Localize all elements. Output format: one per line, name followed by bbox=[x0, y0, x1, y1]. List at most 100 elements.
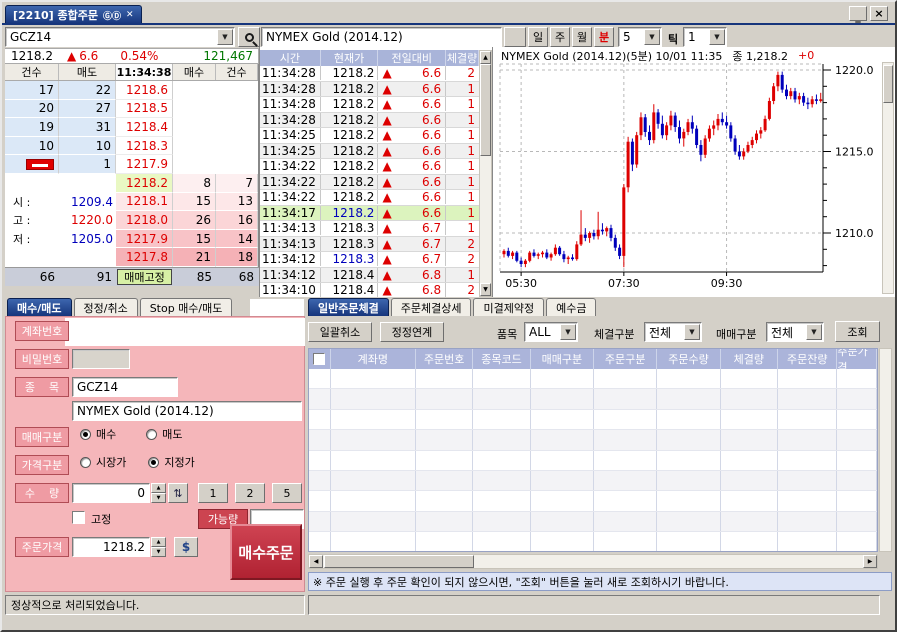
period-button-월[interactable]: 월 bbox=[572, 27, 592, 47]
order-note-bar: ※ 주문 실행 후 주문 확인이 되지 않으시면, "조회" 버튼을 눌러 새로… bbox=[308, 572, 892, 591]
order-price-stepper[interactable]: ▲ ▼ bbox=[151, 537, 166, 557]
tick-row[interactable]: 11:34:221218.2▲6.61 bbox=[260, 190, 479, 206]
table-row[interactable] bbox=[309, 369, 877, 389]
table-row[interactable] bbox=[309, 451, 877, 471]
chart-tool-button[interactable] bbox=[504, 27, 526, 47]
tick-row[interactable]: 11:34:251218.2▲6.61 bbox=[260, 144, 479, 160]
qty-preset-2[interactable]: 2 bbox=[235, 483, 265, 503]
tick-row[interactable]: 11:34:221218.2▲6.61 bbox=[260, 159, 479, 175]
fixed-checkbox[interactable] bbox=[72, 511, 85, 524]
buy-order-button[interactable]: 매수주문 bbox=[230, 524, 302, 580]
scrollbar-thumb[interactable] bbox=[480, 64, 491, 156]
side-option-매수[interactable]: 매수 bbox=[80, 426, 116, 442]
currency-button[interactable]: $ bbox=[174, 537, 198, 557]
table-row[interactable] bbox=[309, 410, 877, 430]
tick-scrollbar[interactable]: ▲ ▼ bbox=[479, 50, 492, 297]
scroll-up-icon[interactable]: ▲ bbox=[480, 51, 491, 64]
order-price-input[interactable]: 1218.2 bbox=[72, 537, 150, 557]
tick-row[interactable]: 11:34:171218.2▲6.61 bbox=[260, 206, 479, 222]
chevron-down-icon[interactable]: ▼ bbox=[560, 324, 576, 340]
radio-icon bbox=[80, 457, 91, 468]
tab-예수금[interactable]: 예수금 bbox=[546, 298, 596, 316]
qty-preset-1[interactable]: 1 bbox=[198, 483, 228, 503]
scroll-right-icon[interactable]: ▶ bbox=[863, 555, 877, 568]
tick-row[interactable]: 11:34:101218.4▲6.82 bbox=[260, 283, 479, 297]
spin-down-icon[interactable]: ▼ bbox=[151, 547, 166, 557]
price-lock-button[interactable]: 매매고정 bbox=[117, 269, 172, 285]
orderbook-ask-row: 17221218.6 bbox=[5, 81, 258, 100]
status-bar-right-pane bbox=[308, 595, 880, 615]
chevron-down-icon[interactable]: ▼ bbox=[217, 29, 233, 45]
tab-정정/취소[interactable]: 정정/취소 bbox=[74, 298, 138, 316]
table-row[interactable] bbox=[309, 491, 877, 511]
symbol-name-input[interactable]: NYMEX Gold (2014.12) bbox=[72, 401, 302, 421]
tick-row[interactable]: 11:34:281218.2▲6.61 bbox=[260, 82, 479, 98]
select-all-checkbox[interactable] bbox=[313, 353, 325, 365]
table-row[interactable] bbox=[309, 512, 877, 532]
price-type-option-지정가[interactable]: 지정가 bbox=[148, 454, 194, 470]
max-quantity-button[interactable]: ⇅ bbox=[168, 483, 188, 503]
price-type-option-시장가[interactable]: 시장가 bbox=[80, 454, 126, 470]
grid-hscrollbar[interactable]: ◀ ▶ bbox=[308, 554, 878, 569]
tick-row[interactable]: 11:34:281218.2▲6.61 bbox=[260, 97, 479, 113]
table-row[interactable] bbox=[309, 389, 877, 409]
chevron-down-icon[interactable]: ▼ bbox=[644, 29, 660, 45]
symbol-name-field[interactable]: NYMEX Gold (2014.12) bbox=[261, 27, 502, 47]
tick-row[interactable]: 11:34:281218.2▲6.61 bbox=[260, 113, 479, 129]
tick-row[interactable]: 11:34:281218.2▲6.62 bbox=[260, 66, 479, 82]
tick-row[interactable]: 11:34:221218.2▲6.61 bbox=[260, 175, 479, 191]
table-row[interactable] bbox=[309, 532, 877, 552]
side-radio-group: 매수 매도 bbox=[80, 426, 183, 442]
scroll-left-icon[interactable]: ◀ bbox=[309, 555, 323, 568]
chevron-down-icon[interactable]: ▼ bbox=[684, 324, 700, 340]
period-button-일[interactable]: 일 bbox=[528, 27, 548, 47]
fill-filter-combobox[interactable]: 전체▼ bbox=[644, 322, 702, 342]
spin-down-icon[interactable]: ▼ bbox=[151, 493, 166, 503]
spin-up-icon[interactable]: ▲ bbox=[151, 537, 166, 547]
product-filter-combobox[interactable]: ALL▼ bbox=[524, 322, 578, 342]
modify-link-button[interactable]: 정정연계 bbox=[380, 322, 444, 342]
search-orders-button[interactable]: 조회 bbox=[835, 321, 880, 342]
scroll-down-icon[interactable]: ▼ bbox=[480, 283, 491, 296]
period-button-주[interactable]: 주 bbox=[550, 27, 570, 47]
scrollbar-thumb[interactable] bbox=[883, 65, 893, 103]
search-button[interactable] bbox=[238, 27, 260, 47]
tick-row[interactable]: 11:34:131218.3▲6.71 bbox=[260, 221, 479, 237]
tab-일반주문체결[interactable]: 일반주문체결 bbox=[308, 298, 389, 316]
cancel-all-button[interactable]: 일괄취소 bbox=[308, 322, 372, 342]
minimize-button[interactable]: _ bbox=[849, 6, 867, 21]
link-group-icon[interactable]: ⒼⒹ bbox=[103, 9, 121, 22]
quantity-stepper[interactable]: ▲ ▼ bbox=[151, 483, 166, 503]
chevron-down-icon[interactable]: ▼ bbox=[709, 29, 725, 45]
password-field[interactable] bbox=[72, 349, 130, 369]
scrollbar-thumb[interactable] bbox=[324, 555, 474, 568]
tick-row[interactable]: 11:34:251218.2▲6.61 bbox=[260, 128, 479, 144]
tab-미결제약정[interactable]: 미결제약정 bbox=[473, 298, 544, 316]
table-row[interactable] bbox=[309, 430, 877, 450]
qty-preset-5[interactable]: 5 bbox=[272, 483, 302, 503]
window-title-tab[interactable]: [2210] 종합주문 ⒼⒹ ✕ bbox=[5, 5, 142, 24]
period-button-분[interactable]: 분 bbox=[594, 27, 614, 47]
symbol-combobox[interactable]: GCZ14 ▼ bbox=[5, 27, 235, 47]
chevron-down-icon[interactable]: ▼ bbox=[806, 324, 822, 340]
grid-vscrollbar[interactable] bbox=[879, 348, 892, 552]
tick-row[interactable]: 11:34:121218.3▲6.72 bbox=[260, 252, 479, 268]
spin-up-icon[interactable]: ▲ bbox=[151, 483, 166, 493]
orderbook-ask-row: 19311218.4 bbox=[5, 118, 258, 137]
minute-combobox[interactable]: 5 ▼ bbox=[618, 27, 662, 47]
tab-매수/매도[interactable]: 매수/매도 bbox=[7, 298, 72, 316]
side-filter-combobox[interactable]: 전체▼ bbox=[766, 322, 824, 342]
tick-row[interactable]: 11:34:131218.3▲6.72 bbox=[260, 237, 479, 253]
tab-close-icon[interactable]: ✕ bbox=[126, 10, 134, 20]
tab-주문체결상세[interactable]: 주문체결상세 bbox=[391, 298, 472, 316]
tick-combobox[interactable]: 1 ▼ bbox=[683, 27, 727, 47]
side-option-매도[interactable]: 매도 bbox=[146, 426, 182, 442]
table-row[interactable] bbox=[309, 471, 877, 491]
tick-row[interactable]: 11:34:121218.4▲6.81 bbox=[260, 268, 479, 284]
symbol-input[interactable]: GCZ14 bbox=[72, 377, 178, 397]
close-button[interactable]: × bbox=[870, 6, 888, 21]
tab-Stop 매수/매도[interactable]: Stop 매수/매도 bbox=[140, 298, 233, 316]
quantity-input[interactable]: 0 bbox=[72, 483, 150, 503]
account-combobox[interactable] bbox=[65, 318, 305, 346]
chart-scrollbar[interactable] bbox=[882, 62, 894, 294]
